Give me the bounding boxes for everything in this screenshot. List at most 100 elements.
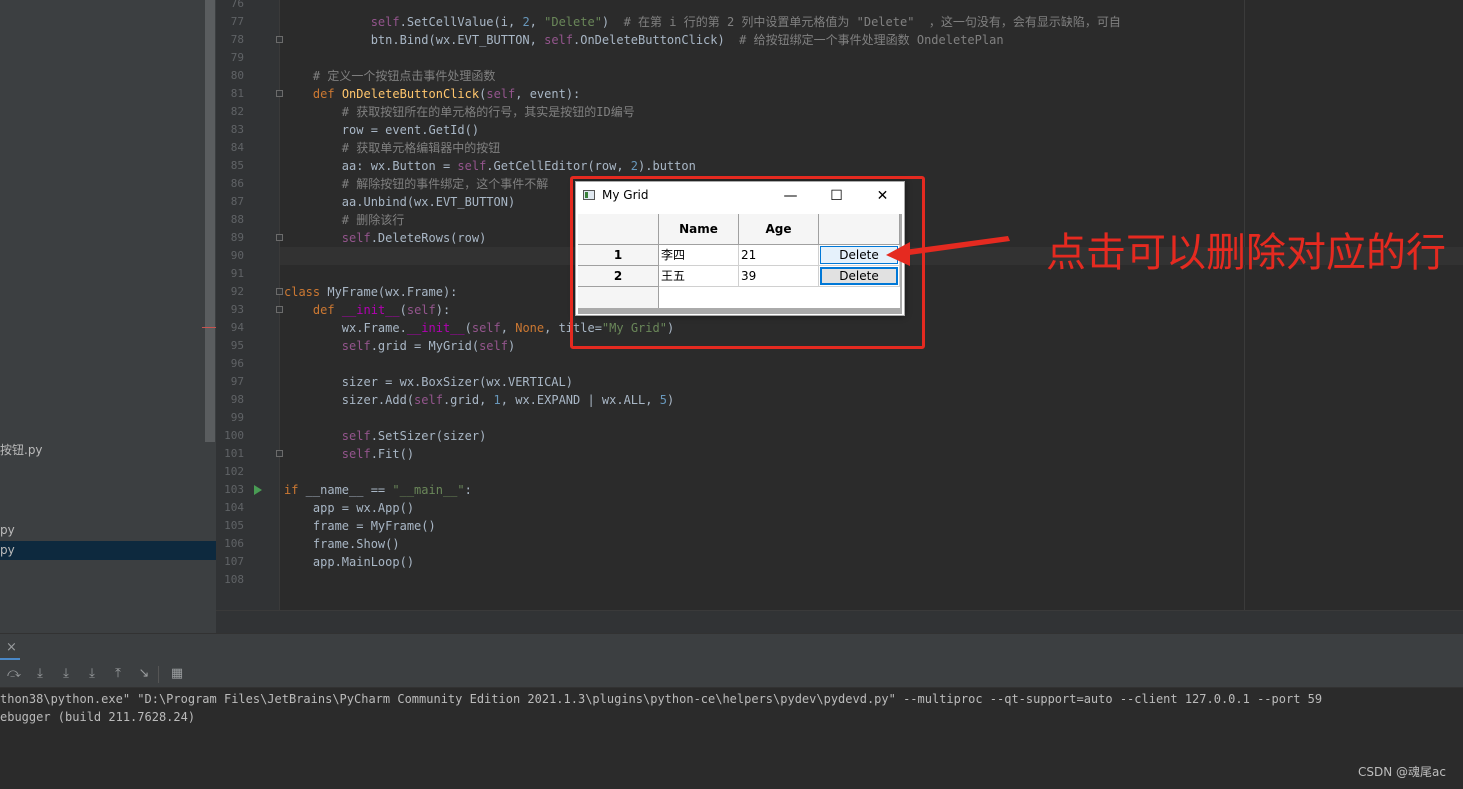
line-number[interactable]: 90 — [216, 247, 244, 265]
line-number[interactable]: 101 — [216, 445, 244, 463]
code-text[interactable]: sizer.Add(self.grid, 1, wx.EXPAND | wx.A… — [284, 391, 674, 409]
code-line[interactable]: 100 self.SetSizer(sizer) — [216, 427, 1463, 445]
debug-console[interactable]: thon38\python.exe" "D:\Program Files\Jet… — [0, 688, 1463, 789]
code-line[interactable]: 102 — [216, 463, 1463, 481]
line-number[interactable]: 100 — [216, 427, 244, 445]
code-line[interactable]: 97 sizer = wx.BoxSizer(wx.VERTICAL) — [216, 373, 1463, 391]
code-text[interactable]: def OnDeleteButtonClick(self, event): — [284, 85, 580, 103]
line-number[interactable]: 88 — [216, 211, 244, 229]
code-line[interactable]: 107 app.MainLoop() — [216, 553, 1463, 571]
line-number[interactable]: 98 — [216, 391, 244, 409]
fold-marker-icon[interactable] — [276, 90, 283, 97]
sidebar-scrollbar[interactable] — [205, 0, 215, 442]
line-number[interactable]: 107 — [216, 553, 244, 571]
code-line[interactable]: 98 sizer.Add(self.grid, 1, wx.EXPAND | w… — [216, 391, 1463, 409]
code-line[interactable]: 103 if __name__ == "__main__": — [216, 481, 1463, 499]
line-number[interactable]: 82 — [216, 103, 244, 121]
code-line[interactable]: 104 app = wx.App() — [216, 499, 1463, 517]
line-number[interactable]: 92 — [216, 283, 244, 301]
fold-marker-icon[interactable] — [276, 450, 283, 457]
code-text[interactable]: # 删除该行 — [284, 211, 404, 229]
code-text[interactable]: aa.Unbind(wx.EVT_BUTTON) — [284, 193, 515, 211]
line-number[interactable]: 78 — [216, 31, 244, 49]
line-number[interactable]: 85 — [216, 157, 244, 175]
code-line[interactable]: 101 self.Fit() — [216, 445, 1463, 463]
step-into-my-code-icon[interactable]: ⤓ — [58, 666, 74, 682]
code-line[interactable]: 84 # 获取单元格编辑器中的按钮 — [216, 139, 1463, 157]
line-number[interactable]: 102 — [216, 463, 244, 481]
code-text[interactable]: def __init__(self): — [284, 301, 450, 319]
code-text[interactable]: aa: wx.Button = self.GetCellEditor(row, … — [284, 157, 696, 175]
code-text[interactable]: # 定义一个按钮点击事件处理函数 — [284, 67, 495, 85]
fold-marker-icon[interactable] — [276, 306, 283, 313]
sidebar-file-item[interactable]: py — [0, 521, 216, 540]
code-line[interactable]: 76 — [216, 0, 1463, 13]
line-number[interactable]: 80 — [216, 67, 244, 85]
line-number[interactable]: 105 — [216, 517, 244, 535]
line-number[interactable]: 108 — [216, 571, 244, 589]
line-number[interactable]: 96 — [216, 355, 244, 373]
code-line[interactable]: 85 aa: wx.Button = self.GetCellEditor(ro… — [216, 157, 1463, 175]
code-text[interactable]: self.SetSizer(sizer) — [284, 427, 487, 445]
fold-marker-icon[interactable] — [276, 36, 283, 43]
code-text[interactable]: app.MainLoop() — [284, 553, 414, 571]
line-number[interactable]: 81 — [216, 85, 244, 103]
code-text[interactable]: sizer = wx.BoxSizer(wx.VERTICAL) — [284, 373, 573, 391]
code-line[interactable]: 105 frame = MyFrame() — [216, 517, 1463, 535]
line-number[interactable]: 103 — [216, 481, 244, 499]
code-text[interactable]: self.Fit() — [284, 445, 414, 463]
step-into-icon[interactable]: ⤓ — [32, 666, 48, 682]
code-text[interactable]: # 获取按钮所在的单元格的行号，其实是按钮的ID编号 — [284, 103, 635, 121]
code-text[interactable]: # 获取单元格编辑器中的按钮 — [284, 139, 500, 157]
code-text[interactable]: self.DeleteRows(row) — [284, 229, 487, 247]
code-line[interactable]: 99 — [216, 409, 1463, 427]
fold-marker-icon[interactable] — [276, 288, 283, 295]
line-number[interactable]: 84 — [216, 139, 244, 157]
code-text[interactable]: self.grid = MyGrid(self) — [284, 337, 515, 355]
code-text[interactable]: frame.Show() — [284, 535, 400, 553]
line-number[interactable]: 104 — [216, 499, 244, 517]
code-text[interactable]: btn.Bind(wx.EVT_BUTTON, self.OnDeleteBut… — [284, 31, 1004, 49]
line-number[interactable]: 83 — [216, 121, 244, 139]
code-line[interactable]: 96 — [216, 355, 1463, 373]
force-step-into-icon[interactable]: ⤓ — [84, 666, 100, 682]
code-line[interactable]: 81 def OnDeleteButtonClick(self, event): — [216, 85, 1463, 103]
close-tab-icon[interactable]: × — [6, 640, 17, 655]
line-number[interactable]: 87 — [216, 193, 244, 211]
code-text[interactable]: # 解除按钮的事件绑定，这个事件不解 — [284, 175, 548, 193]
code-text[interactable]: if __name__ == "__main__": — [284, 481, 472, 499]
line-number[interactable]: 91 — [216, 265, 244, 283]
line-number[interactable]: 94 — [216, 319, 244, 337]
code-line[interactable]: 77 self.SetCellValue(i, 2, "Delete") # 在… — [216, 13, 1463, 31]
line-number[interactable]: 89 — [216, 229, 244, 247]
run-to-cursor-icon[interactable]: ↘ — [136, 666, 152, 682]
code-line[interactable]: 78 btn.Bind(wx.EVT_BUTTON, self.OnDelete… — [216, 31, 1463, 49]
evaluate-expression-icon[interactable]: ▦ — [169, 666, 185, 682]
code-text[interactable]: app = wx.App() — [284, 499, 414, 517]
code-line[interactable]: 80 # 定义一个按钮点击事件处理函数 — [216, 67, 1463, 85]
code-text[interactable]: frame = MyFrame() — [284, 517, 436, 535]
run-gutter-icon[interactable] — [254, 485, 262, 495]
line-number[interactable]: 106 — [216, 535, 244, 553]
line-number[interactable]: 97 — [216, 373, 244, 391]
sidebar-file-item[interactable]: 按钮.py — [0, 441, 216, 460]
line-number[interactable]: 77 — [216, 13, 244, 31]
code-line[interactable]: 82 # 获取按钮所在的单元格的行号，其实是按钮的ID编号 — [216, 103, 1463, 121]
code-text[interactable]: self.SetCellValue(i, 2, "Delete") # 在第 i… — [284, 13, 1121, 31]
step-over-icon[interactable]: ⤼ — [6, 666, 22, 682]
code-line[interactable]: 83 row = event.GetId() — [216, 121, 1463, 139]
code-line[interactable]: 79 — [216, 49, 1463, 67]
line-number[interactable]: 79 — [216, 49, 244, 67]
line-number[interactable]: 99 — [216, 409, 244, 427]
code-text[interactable]: row = event.GetId() — [284, 121, 479, 139]
line-number[interactable]: 93 — [216, 301, 244, 319]
code-text[interactable]: class MyFrame(wx.Frame): — [284, 283, 457, 301]
line-number[interactable]: 76 — [216, 0, 244, 13]
fold-marker-icon[interactable] — [276, 234, 283, 241]
code-line[interactable]: 106 frame.Show() — [216, 535, 1463, 553]
line-number[interactable]: 86 — [216, 175, 244, 193]
sidebar-file-item-selected[interactable]: py — [0, 541, 216, 560]
step-out-icon[interactable]: ⤒ — [110, 666, 126, 682]
line-number[interactable]: 95 — [216, 337, 244, 355]
code-line[interactable]: 108 — [216, 571, 1463, 589]
